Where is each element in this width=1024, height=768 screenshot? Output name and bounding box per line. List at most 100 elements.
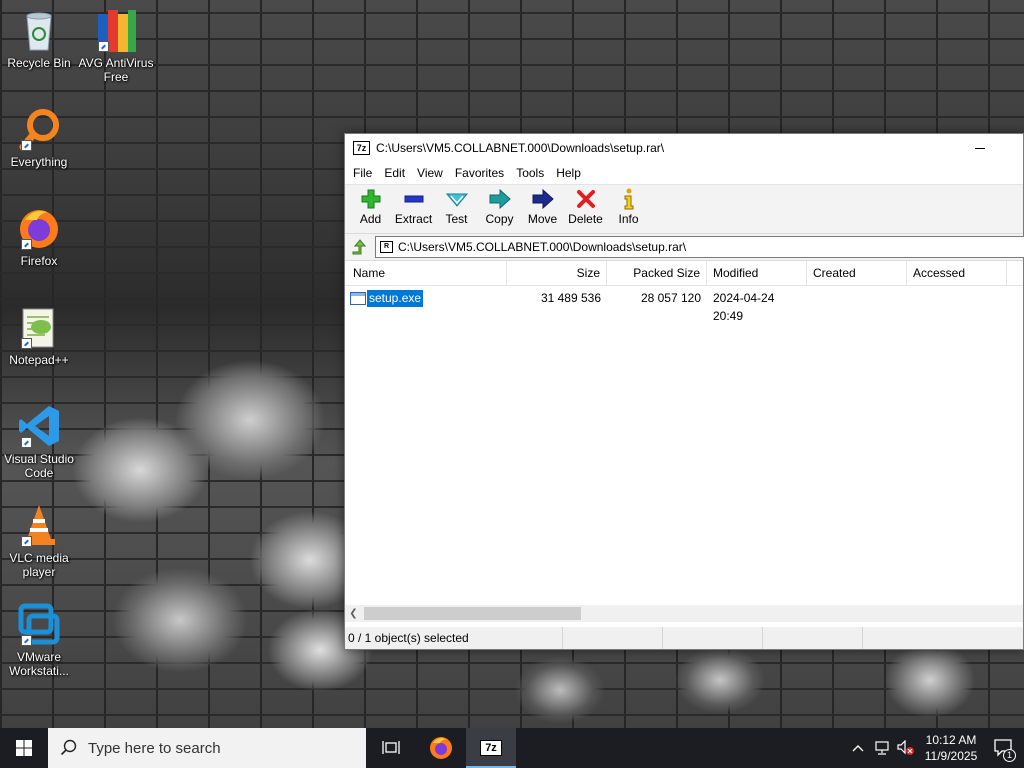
rar-archive-icon: R	[380, 241, 393, 253]
copy-button[interactable]: Copy	[478, 188, 521, 226]
status-segment	[663, 627, 763, 649]
desktop-icon-vmware[interactable]: VMware Workstati...	[1, 602, 77, 678]
taskbar-search-box[interactable]: Type here to search	[48, 728, 366, 768]
vmware-workstation-icon	[17, 602, 61, 646]
menu-help[interactable]: Help	[550, 166, 587, 180]
status-segment	[763, 627, 863, 649]
desktop-icon-label: Firefox	[20, 254, 58, 268]
7zip-file-manager-window[interactable]: 7z C:\Users\VM5.COLLABNET.000\Downloads\…	[344, 133, 1024, 650]
extract-button[interactable]: Extract	[392, 188, 435, 226]
column-header-packed-size[interactable]: Packed Size	[607, 261, 707, 286]
file-name-cell[interactable]: setup.exe	[350, 289, 424, 307]
column-header-modified[interactable]: Modified	[707, 261, 807, 286]
search-icon	[60, 739, 77, 756]
copy-button-label: Copy	[485, 212, 514, 226]
windows-logo-icon	[16, 740, 32, 756]
delete-button-label: Delete	[568, 212, 603, 226]
desktop-icon-avg[interactable]: AVG AntiVirus Free	[78, 8, 154, 84]
network-button[interactable]	[870, 728, 894, 768]
menu-file[interactable]: File	[347, 166, 378, 180]
window-title: C:\Users\VM5.COLLABNET.000\Downloads\set…	[376, 141, 665, 155]
minus-icon	[392, 188, 435, 210]
info-button[interactable]: Info	[607, 188, 650, 226]
status-segment	[563, 627, 663, 649]
desktop-icon-label: VMware Workstati...	[9, 650, 69, 678]
7zip-app-icon: 7z	[480, 740, 502, 756]
desktop-icon-vscode[interactable]: Visual Studio Code	[1, 404, 77, 480]
minimize-button[interactable]	[965, 134, 995, 162]
menu-bar: File Edit View Favorites Tools Help	[345, 162, 1023, 184]
move-button-label: Move	[527, 212, 558, 226]
menu-view[interactable]: View	[411, 166, 449, 180]
test-button[interactable]: Test	[435, 188, 478, 226]
shortcut-arrow-icon	[21, 338, 32, 349]
minimize-icon	[975, 147, 985, 149]
avg-antivirus-icon	[94, 8, 138, 52]
chevron-up-icon	[852, 745, 864, 752]
taskbar-clock[interactable]: 10:12 AM 11/9/2025	[918, 732, 984, 764]
file-packed-size: 28 057 120	[640, 291, 701, 305]
desktop-icon-vlc[interactable]: VLC media player	[1, 503, 77, 579]
horizontal-scrollbar[interactable]: ❮	[345, 605, 1023, 622]
file-list-header: Name Size Packed Size Modified Created A…	[345, 261, 1023, 286]
firefox-icon	[17, 206, 61, 250]
column-header-accessed[interactable]: Accessed	[907, 261, 1007, 286]
desktop-icon-firefox[interactable]: Firefox	[1, 206, 77, 268]
show-hidden-icons-button[interactable]	[846, 728, 870, 768]
shortcut-arrow-icon	[21, 437, 32, 448]
shortcut-arrow-icon	[21, 239, 32, 250]
extract-button-label: Extract	[394, 212, 433, 226]
toolbar: Add Extract Test Copy Move Delete Info	[345, 184, 1023, 234]
delete-button[interactable]: Delete	[564, 188, 607, 226]
address-path: C:\Users\VM5.COLLABNET.000\Downloads\set…	[398, 240, 687, 254]
scrollbar-thumb[interactable]	[364, 607, 581, 620]
volume-button[interactable]	[894, 728, 918, 768]
copy-arrow-icon	[478, 188, 521, 210]
address-input[interactable]: R C:\Users\VM5.COLLABNET.000\Downloads\s…	[375, 236, 1024, 258]
desktop-icon-notepadpp[interactable]: Notepad++	[1, 305, 77, 367]
column-header-created[interactable]: Created	[807, 261, 907, 286]
file-modified: 2024-04-24 20:49	[713, 291, 775, 323]
vlc-cone-icon	[17, 503, 61, 547]
action-center-button[interactable]: 1	[984, 728, 1024, 768]
up-arrow-icon	[352, 239, 367, 255]
taskbar-7zip[interactable]: 7z	[466, 728, 516, 768]
column-header-size[interactable]: Size	[507, 261, 607, 286]
info-button-label: Info	[618, 212, 639, 226]
file-row[interactable]: setup.exe 31 489 536 28 057 120 2024-04-…	[345, 289, 1023, 323]
move-button[interactable]: Move	[521, 188, 564, 226]
notification-count-badge: 1	[1003, 749, 1016, 762]
check-icon	[435, 188, 478, 210]
window-titlebar[interactable]: 7z C:\Users\VM5.COLLABNET.000\Downloads\…	[345, 134, 1023, 162]
info-icon	[607, 188, 650, 210]
shortcut-arrow-icon	[21, 536, 32, 547]
column-header-name[interactable]: Name	[345, 261, 507, 286]
menu-tools[interactable]: Tools	[510, 166, 550, 180]
desktop-icon-everything[interactable]: Everything	[1, 107, 77, 169]
taskbar-firefox[interactable]	[416, 728, 466, 768]
exe-file-icon	[350, 291, 366, 305]
task-view-button[interactable]	[366, 728, 416, 768]
start-button[interactable]	[0, 728, 48, 768]
menu-edit[interactable]: Edit	[378, 166, 411, 180]
desktop-icon-label: Notepad++	[9, 353, 69, 367]
desktop-icon-label: VLC media player	[9, 551, 69, 579]
test-button-label: Test	[445, 212, 468, 226]
add-button-label: Add	[359, 212, 382, 226]
vscode-icon	[17, 404, 61, 448]
shortcut-arrow-icon	[21, 635, 32, 646]
up-folder-button[interactable]	[345, 234, 375, 260]
status-bar: 0 / 1 object(s) selected	[345, 627, 1023, 649]
add-button[interactable]: Add	[349, 188, 392, 226]
desktop-icon-recycle-bin[interactable]: Recycle Bin	[1, 8, 77, 70]
volume-muted-icon	[897, 740, 914, 755]
search-placeholder: Type here to search	[88, 739, 221, 757]
desktop-icon-label: AVG AntiVirus Free	[78, 56, 154, 84]
scroll-left-arrow-icon[interactable]: ❮	[345, 605, 362, 622]
status-selection-text: 0 / 1 object(s) selected	[345, 627, 563, 649]
menu-favorites[interactable]: Favorites	[449, 166, 510, 180]
system-tray: 10:12 AM 11/9/2025 1	[846, 728, 1024, 768]
firefox-icon	[430, 737, 452, 759]
recycle-bin-icon	[17, 8, 61, 52]
task-view-icon	[382, 741, 400, 754]
